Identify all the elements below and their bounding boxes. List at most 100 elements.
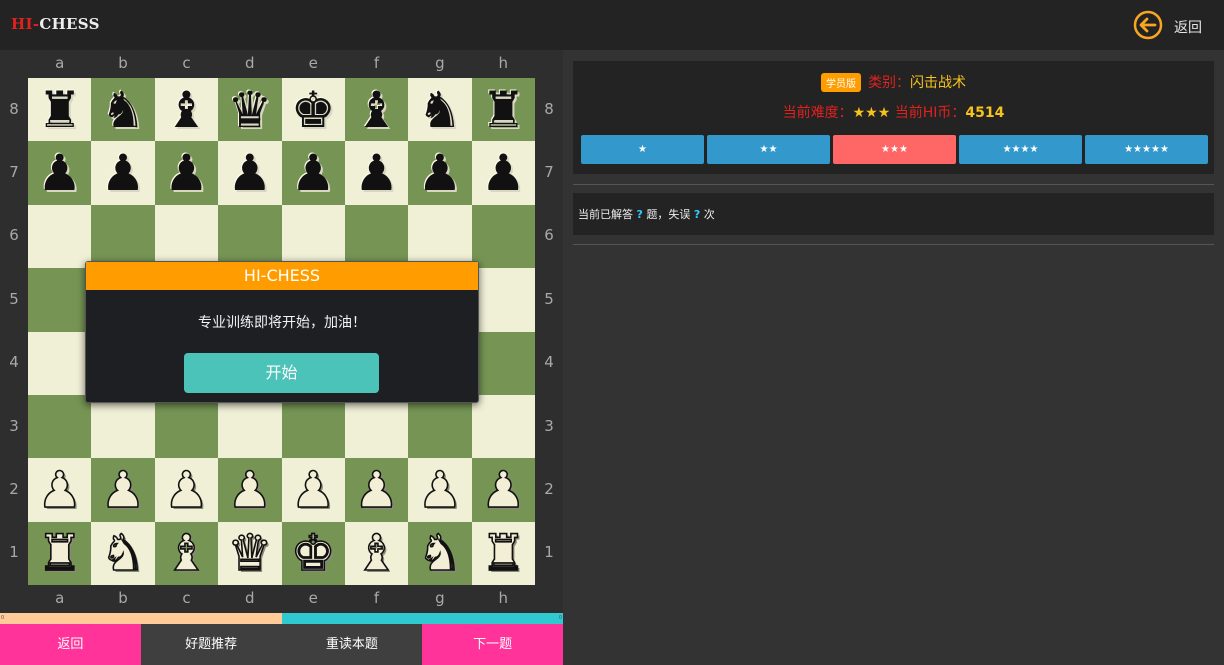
black-pawn-icon[interactable]: ♟ — [227, 148, 272, 198]
difficulty-level-buttons: ★ ★★ ★★★ ★★★★ ★★★★★ — [581, 135, 1208, 164]
square-a2[interactable]: ♟ — [28, 458, 92, 522]
black-knight-icon[interactable]: ♞ — [418, 85, 463, 135]
square-a3[interactable] — [28, 394, 92, 459]
square-f1[interactable]: ♝ — [344, 521, 409, 585]
level-button-5[interactable]: ★★★★★ — [1085, 135, 1208, 164]
level-button-2[interactable]: ★★ — [707, 135, 830, 164]
white-pawn-icon[interactable]: ♟ — [163, 464, 209, 516]
white-bishop-icon[interactable]: ♝ — [353, 528, 399, 580]
square-e3[interactable] — [281, 394, 345, 459]
level-button-3[interactable]: ★★★ — [833, 135, 956, 164]
square-c3[interactable] — [154, 394, 219, 459]
square-g7[interactable]: ♟ — [408, 141, 472, 205]
bottom-button-3[interactable]: 下一题 — [422, 624, 563, 665]
back-button-top[interactable]: 返回 — [1133, 10, 1213, 40]
square-a5[interactable] — [28, 268, 92, 332]
white-queen-icon[interactable]: ♛ — [227, 528, 273, 580]
square-e2[interactable]: ♟ — [281, 458, 345, 522]
square-h8[interactable]: ♜ — [471, 78, 535, 142]
square-d8[interactable]: ♛ — [218, 78, 282, 142]
square-a7[interactable]: ♟ — [28, 141, 92, 205]
square-e1[interactable]: ♚ — [281, 521, 345, 585]
square-c8[interactable]: ♝ — [154, 78, 219, 142]
square-f7[interactable]: ♟ — [344, 141, 409, 205]
square-e6[interactable] — [281, 204, 345, 269]
bottom-button-2[interactable]: 重读本题 — [281, 624, 423, 665]
white-pawn-icon[interactable]: ♟ — [353, 464, 399, 516]
black-bishop-icon[interactable]: ♝ — [164, 85, 209, 135]
black-pawn-icon[interactable]: ♟ — [481, 148, 526, 198]
white-pawn-icon[interactable]: ♟ — [480, 464, 526, 516]
black-queen-icon[interactable]: ♛ — [227, 85, 272, 135]
square-b1[interactable]: ♞ — [91, 521, 155, 585]
start-button[interactable]: 开始 — [184, 353, 379, 393]
white-pawn-icon[interactable]: ♟ — [290, 464, 336, 516]
square-g1[interactable]: ♞ — [408, 521, 472, 585]
square-g2[interactable]: ♟ — [408, 458, 472, 522]
square-d2[interactable]: ♟ — [218, 458, 282, 522]
white-knight-icon[interactable]: ♞ — [100, 528, 146, 580]
square-h4[interactable] — [471, 331, 535, 395]
square-f3[interactable] — [344, 394, 409, 459]
black-pawn-icon[interactable]: ♟ — [418, 148, 463, 198]
square-b6[interactable] — [91, 204, 155, 269]
square-c1[interactable]: ♝ — [154, 521, 219, 585]
square-g6[interactable] — [408, 204, 472, 269]
square-e7[interactable]: ♟ — [281, 141, 345, 205]
white-rook-icon[interactable]: ♜ — [480, 528, 526, 580]
square-b3[interactable] — [91, 394, 155, 459]
white-rook-icon[interactable]: ♜ — [36, 528, 82, 580]
square-b7[interactable]: ♟ — [91, 141, 155, 205]
file-label-h-top: h — [498, 54, 509, 72]
level-button-4[interactable]: ★★★★ — [959, 135, 1082, 164]
square-h6[interactable] — [471, 204, 535, 269]
square-c6[interactable] — [154, 204, 219, 269]
white-pawn-icon[interactable]: ♟ — [417, 464, 463, 516]
rank-label-4-right: 4 — [544, 353, 554, 372]
square-h2[interactable]: ♟ — [471, 458, 535, 522]
black-rook-icon[interactable]: ♜ — [481, 85, 526, 135]
white-knight-icon[interactable]: ♞ — [417, 528, 463, 580]
square-f8[interactable]: ♝ — [344, 78, 409, 142]
black-pawn-icon[interactable]: ♟ — [291, 148, 336, 198]
square-d6[interactable] — [218, 204, 282, 269]
black-pawn-icon[interactable]: ♟ — [164, 148, 209, 198]
bottom-button-1[interactable]: 好题推荐 — [140, 624, 282, 665]
square-h1[interactable]: ♜ — [471, 521, 535, 585]
file-label-a-top: a — [55, 54, 65, 72]
white-pawn-icon[interactable]: ♟ — [36, 464, 82, 516]
white-king-icon[interactable]: ♚ — [290, 528, 336, 580]
black-bishop-icon[interactable]: ♝ — [354, 85, 399, 135]
square-a6[interactable] — [28, 204, 92, 269]
square-g3[interactable] — [408, 394, 472, 459]
square-f2[interactable]: ♟ — [344, 458, 409, 522]
black-pawn-icon[interactable]: ♟ — [354, 148, 399, 198]
black-pawn-icon[interactable]: ♟ — [37, 148, 82, 198]
square-b2[interactable]: ♟ — [91, 458, 155, 522]
black-rook-icon[interactable]: ♜ — [37, 85, 82, 135]
bottom-button-0[interactable]: 返回 — [0, 624, 141, 665]
white-pawn-icon[interactable]: ♟ — [100, 464, 146, 516]
square-a1[interactable]: ♜ — [28, 521, 92, 585]
square-h5[interactable] — [471, 268, 535, 332]
square-d1[interactable]: ♛ — [218, 521, 282, 585]
black-knight-icon[interactable]: ♞ — [101, 85, 146, 135]
square-d7[interactable]: ♟ — [218, 141, 282, 205]
black-king-icon[interactable]: ♚ — [291, 85, 336, 135]
square-d3[interactable] — [218, 394, 282, 459]
square-h7[interactable]: ♟ — [471, 141, 535, 205]
file-label-a-bottom: a — [55, 589, 65, 607]
black-pawn-icon[interactable]: ♟ — [101, 148, 146, 198]
square-c7[interactable]: ♟ — [154, 141, 219, 205]
square-a4[interactable] — [28, 331, 92, 395]
square-f6[interactable] — [344, 204, 409, 269]
square-g8[interactable]: ♞ — [408, 78, 472, 142]
square-a8[interactable]: ♜ — [28, 78, 92, 142]
square-b8[interactable]: ♞ — [91, 78, 155, 142]
square-h3[interactable] — [471, 394, 535, 459]
white-pawn-icon[interactable]: ♟ — [227, 464, 273, 516]
square-e8[interactable]: ♚ — [281, 78, 345, 142]
level-button-1[interactable]: ★ — [581, 135, 704, 164]
white-bishop-icon[interactable]: ♝ — [163, 528, 209, 580]
square-c2[interactable]: ♟ — [154, 458, 219, 522]
